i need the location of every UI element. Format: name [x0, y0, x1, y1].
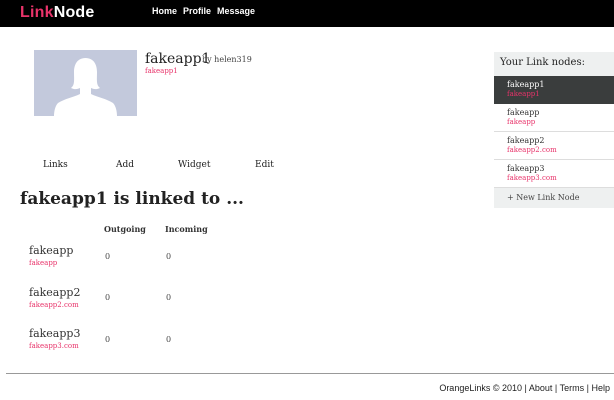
- row-outgoing-count: 0: [105, 335, 111, 344]
- avatar: [34, 50, 137, 116]
- tab-edit[interactable]: Edit: [255, 160, 274, 170]
- sidebar-item-fakeapp3[interactable]: fakeapp3 fakeapp3.com: [494, 160, 614, 188]
- linked-heading: fakeapp1 is linked to ...: [20, 189, 244, 209]
- footer-separator: |: [586, 383, 589, 393]
- column-header-incoming: Incoming: [165, 224, 208, 234]
- row-incoming-count: 0: [166, 335, 172, 344]
- footer-copyright: OrangeLinks © 2010: [439, 383, 522, 393]
- row-node-url[interactable]: fakeapp: [29, 259, 57, 267]
- sidebar-item-name: fakeapp3: [507, 164, 545, 173]
- footer-help-link[interactable]: Help: [591, 383, 610, 393]
- column-header-outgoing: Outgoing: [104, 224, 146, 234]
- new-link-node-button[interactable]: + New Link Node: [494, 188, 614, 208]
- profile-actions: Links Add Widget Edit: [0, 160, 300, 172]
- tab-links[interactable]: Links: [43, 160, 68, 170]
- row-incoming-count: 0: [166, 293, 172, 302]
- tab-add[interactable]: Add: [116, 160, 134, 170]
- sidebar-item-url: fakeapp3.com: [507, 174, 557, 182]
- row-outgoing-count: 0: [105, 293, 111, 302]
- logo-node-text: Node: [53, 4, 95, 21]
- footer-terms-link[interactable]: Terms: [560, 383, 585, 393]
- sidebar-item-name: fakeapp: [507, 108, 540, 117]
- profile-name: fakeapp1: [145, 51, 211, 67]
- row-node-name[interactable]: fakeapp3: [29, 327, 80, 340]
- sidebar-title: Your Link nodes:: [494, 52, 614, 76]
- sidebar-item-name: fakeapp2: [507, 136, 545, 145]
- row-node-name[interactable]: fakeapp: [29, 244, 73, 257]
- sidebar-item-url: fakeapp1: [507, 90, 540, 98]
- sidebar-item-url: fakeapp: [507, 118, 536, 126]
- profile-url[interactable]: fakeapp1: [145, 67, 178, 75]
- link-nodes-sidebar: Your Link nodes: fakeapp1 fakeapp1 fakea…: [494, 52, 614, 208]
- row-node-url[interactable]: fakeapp3.com: [29, 342, 79, 350]
- footer-about-link[interactable]: About: [529, 383, 553, 393]
- sidebar-item-url: fakeapp2.com: [507, 146, 557, 154]
- tab-widget[interactable]: Widget: [178, 160, 210, 170]
- main-nav: Home Profile Message: [152, 6, 255, 16]
- footer: OrangeLinks © 2010 | About | Terms | Hel…: [439, 383, 610, 393]
- sidebar-item-name: fakeapp1: [507, 80, 545, 89]
- top-bar: LinkNode Home Profile Message: [0, 0, 614, 27]
- row-incoming-count: 0: [166, 252, 172, 261]
- row-node-url[interactable]: fakeapp2.com: [29, 301, 79, 309]
- nav-profile[interactable]: Profile: [183, 6, 211, 16]
- logo-link-text: Link: [20, 4, 54, 21]
- sidebar-item-fakeapp1[interactable]: fakeapp1 fakeapp1: [494, 76, 614, 104]
- sidebar-item-fakeapp2[interactable]: fakeapp2 fakeapp2.com: [494, 132, 614, 160]
- row-node-name[interactable]: fakeapp2: [29, 286, 80, 299]
- footer-divider: [6, 373, 614, 374]
- profile-owner[interactable]: by helen319: [202, 55, 252, 64]
- nav-home[interactable]: Home: [152, 6, 177, 16]
- logo[interactable]: LinkNode: [20, 4, 95, 22]
- footer-separator: |: [524, 383, 527, 393]
- footer-separator: |: [554, 383, 558, 393]
- default-person-silhouette-icon: [54, 58, 117, 116]
- row-outgoing-count: 0: [105, 252, 111, 261]
- sidebar-item-fakeapp[interactable]: fakeapp fakeapp: [494, 104, 614, 132]
- nav-message[interactable]: Message: [217, 6, 255, 16]
